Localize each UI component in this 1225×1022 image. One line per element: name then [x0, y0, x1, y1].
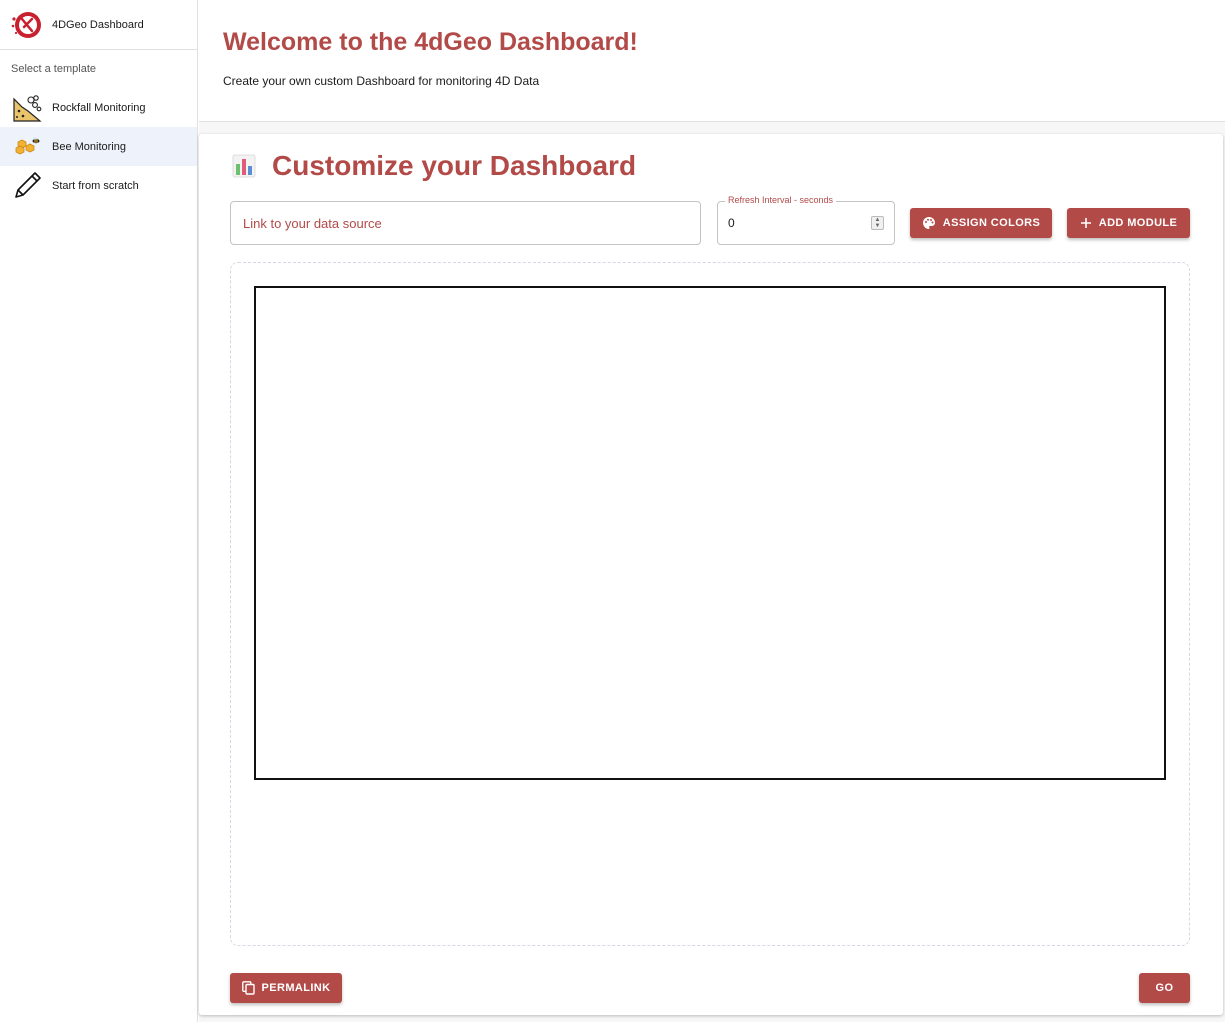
assign-colors-label: ASSIGN COLORS [942, 217, 1041, 229]
page-title: Welcome to the 4dGeo Dashboard! [223, 28, 638, 56]
template-list: Rockfall Monitoring Bee Monitoring Start… [0, 88, 197, 205]
sidebar-header: 4DGeo Dashboard [0, 0, 197, 50]
refresh-interval-value[interactable]: 0 [728, 216, 735, 230]
refresh-interval-field[interactable]: Refresh Interval - seconds 0 ▲ ▼ [717, 195, 895, 245]
permalink-label: PERMALINK [261, 982, 331, 994]
template-item-label: Bee Monitoring [52, 140, 126, 153]
bee-icon [11, 131, 43, 163]
template-item-scratch[interactable]: Start from scratch [0, 166, 197, 205]
template-item-bee[interactable]: Bee Monitoring [0, 127, 197, 166]
module-placeholder[interactable] [254, 286, 1166, 780]
main-content: Welcome to the 4dGeo Dashboard! Create y… [199, 0, 1225, 1022]
template-item-rockfall[interactable]: Rockfall Monitoring [0, 88, 197, 127]
sidebar: 4DGeo Dashboard Select a template Rockfa… [0, 0, 198, 1022]
page-subtitle: Create your own custom Dashboard for mon… [223, 74, 540, 88]
refresh-interval-label: Refresh Interval - seconds [725, 195, 837, 205]
app-logo-icon [11, 11, 41, 38]
number-spinner[interactable]: ▲ ▼ [871, 216, 884, 230]
customize-card: Customize your Dashboard Refresh Interva… [199, 134, 1223, 1015]
copy-icon [241, 981, 255, 995]
pencil-icon [11, 170, 43, 202]
template-section-label: Select a template [11, 63, 96, 75]
app-title: 4DGeo Dashboard [52, 18, 144, 31]
template-item-label: Start from scratch [52, 179, 139, 192]
add-module-button[interactable]: ADD MODULE [1067, 208, 1190, 238]
add-module-label: ADD MODULE [1098, 217, 1178, 229]
chevron-down-icon[interactable]: ▼ [875, 223, 881, 229]
module-dropzone[interactable] [230, 262, 1190, 946]
permalink-button[interactable]: PERMALINK [230, 973, 342, 1003]
plus-icon [1080, 217, 1092, 229]
datasource-field[interactable] [230, 201, 701, 245]
datasource-input[interactable] [241, 214, 690, 232]
go-button[interactable]: GO [1139, 973, 1190, 1003]
welcome-header: Welcome to the 4dGeo Dashboard! Create y… [199, 0, 1225, 122]
card-title: Customize your Dashboard [232, 150, 636, 182]
assign-colors-button[interactable]: ASSIGN COLORS [910, 208, 1052, 238]
rockfall-icon [11, 92, 43, 124]
template-item-label: Rockfall Monitoring [52, 101, 146, 114]
bar-chart-icon [232, 154, 256, 178]
palette-icon [922, 216, 936, 230]
go-label: GO [1155, 982, 1174, 994]
card-heading: Customize your Dashboard [272, 150, 637, 181]
